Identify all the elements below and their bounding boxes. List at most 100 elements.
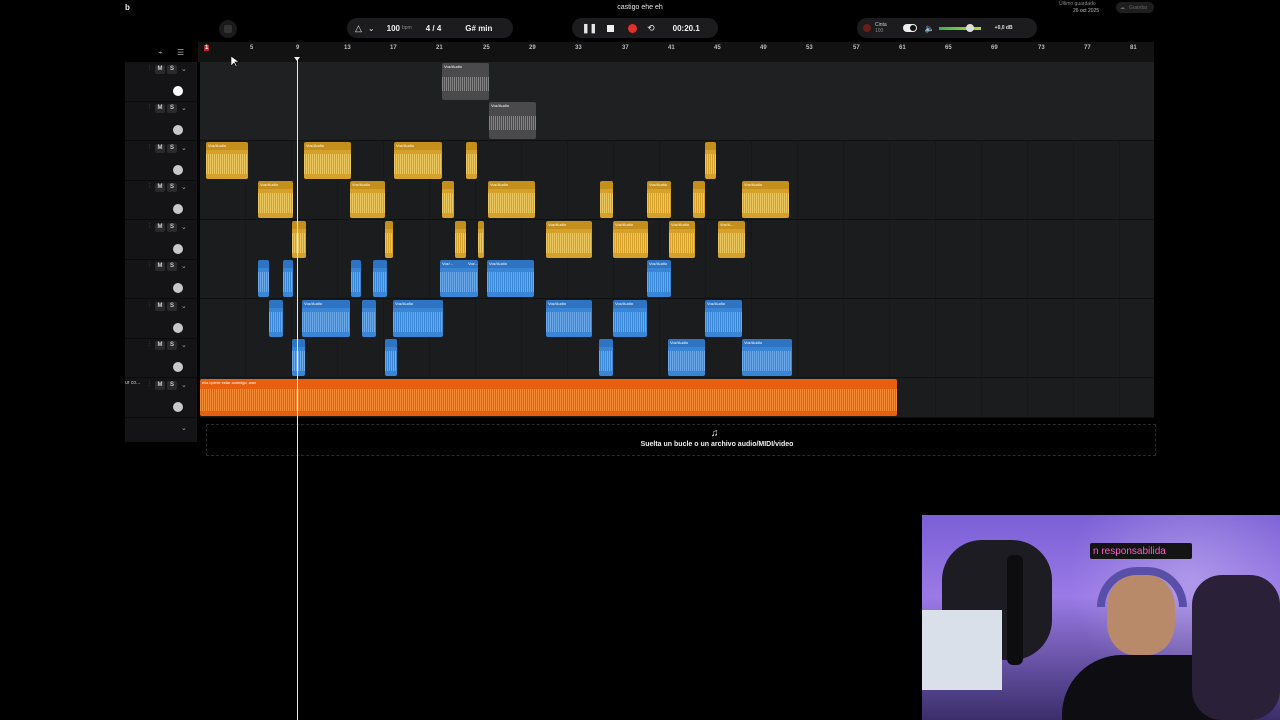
audio-clip[interactable] xyxy=(258,260,269,297)
audio-clip[interactable]: Voz... xyxy=(466,260,478,297)
chevron-down-icon[interactable]: ⌄ xyxy=(181,65,187,73)
playhead-handle[interactable] xyxy=(294,57,300,61)
audio-clip[interactable] xyxy=(283,260,293,297)
ruler-bar-45[interactable]: 45 xyxy=(714,45,721,51)
track-lane-8[interactable]: Voz/Audio Voz/Audio xyxy=(200,338,1154,378)
drag-handle-icon[interactable]: ⋮ xyxy=(147,223,152,229)
ruler-bar-33[interactable]: 33 xyxy=(575,45,582,51)
chevron-down-icon[interactable]: ⌄ xyxy=(181,183,187,191)
mute-button[interactable]: M xyxy=(155,183,165,192)
volume-knob[interactable] xyxy=(173,204,183,214)
audio-clip[interactable]: Voz/Audio xyxy=(489,102,536,139)
mute-button[interactable]: M xyxy=(155,262,165,271)
ruler-bar-81[interactable]: 81 xyxy=(1130,45,1137,51)
mute-button[interactable]: M xyxy=(155,302,165,311)
solo-button[interactable]: S xyxy=(167,144,177,153)
solo-button[interactable]: S xyxy=(167,223,177,232)
chevron-down-icon[interactable]: ⌄ xyxy=(181,341,187,349)
volume-knob[interactable] xyxy=(173,362,183,372)
solo-button[interactable]: S xyxy=(167,341,177,350)
audio-clip[interactable] xyxy=(362,300,376,337)
project-title[interactable]: castigo ehe eh xyxy=(580,4,700,11)
audio-clip[interactable]: Voz/... xyxy=(440,260,469,297)
solo-button[interactable]: S xyxy=(167,302,177,311)
track-lane-3[interactable]: Voz/Audio Voz/Audio Voz/Audio xyxy=(200,141,1154,181)
audio-clip[interactable]: Voz/Audio xyxy=(546,300,592,337)
audio-clip[interactable] xyxy=(466,142,477,179)
ruler-bar-29[interactable]: 29 xyxy=(529,45,536,51)
ruler-bar-61[interactable]: 61 xyxy=(899,45,906,51)
audio-clip[interactable] xyxy=(693,181,705,218)
record-arm-button[interactable] xyxy=(219,20,237,38)
audio-clip[interactable] xyxy=(478,221,484,258)
volume-knob[interactable] xyxy=(173,402,183,412)
audio-clip[interactable] xyxy=(599,339,613,376)
audio-clip[interactable]: Voz/Audio xyxy=(442,63,489,100)
mute-button[interactable]: M xyxy=(155,104,165,113)
audio-clip[interactable]: Voz/Audio xyxy=(669,221,695,258)
audio-clip[interactable]: Voz/Audio xyxy=(705,300,742,337)
ruler-bar-21[interactable]: 21 xyxy=(436,45,443,51)
ruler-bar-73[interactable]: 73 xyxy=(1038,45,1045,51)
audio-clip[interactable]: Voz/Audio xyxy=(394,142,442,179)
audio-clip[interactable]: Voz/Audio xyxy=(206,142,248,179)
bpm-value[interactable]: 100 xyxy=(387,24,400,33)
track-lane-5[interactable]: Voz/Audio Voz/Audio Voz/Audio Voz/A... xyxy=(200,220,1154,260)
metronome-icon[interactable]: △ xyxy=(355,23,362,34)
audio-clip[interactable] xyxy=(269,300,283,337)
solo-button[interactable]: S xyxy=(167,65,177,74)
drag-handle-icon[interactable]: ⋮ xyxy=(147,144,152,150)
audio-clip[interactable]: Voz/Audio xyxy=(546,221,592,258)
mute-button[interactable]: M xyxy=(155,144,165,153)
save-button[interactable]: ☁ Guardar xyxy=(1116,2,1154,13)
track-lane-7[interactable]: Voz/Audio Voz/Audio Voz/Audio Voz/Audio Voz/… xyxy=(200,299,1154,339)
audio-clip[interactable]: Voz/Audio xyxy=(668,339,705,376)
chevron-down-icon[interactable]: ⌄ xyxy=(181,302,187,310)
track-lane-1[interactable]: Voz/Audio xyxy=(200,62,1154,102)
chevron-down-icon[interactable]: ⌄ xyxy=(368,24,375,33)
audio-clip[interactable]: Voz/Audio xyxy=(647,260,671,297)
time-signature[interactable]: 4 / 4 xyxy=(426,24,442,33)
drag-handle-icon[interactable]: ⋮ xyxy=(147,381,152,387)
audio-clip[interactable]: Voz/Audio xyxy=(302,300,350,337)
audio-clip[interactable] xyxy=(385,221,393,258)
audio-clip[interactable]: ella quiere estar conmigo .wav xyxy=(200,379,897,416)
ruler-bar-9[interactable]: 9 xyxy=(296,45,299,51)
ruler-bar-77[interactable]: 77 xyxy=(1084,45,1091,51)
drop-zone[interactable]: ♫ Suelta un bucle o un archivo audio/MID… xyxy=(206,424,1156,456)
ruler-bar-57[interactable]: 57 xyxy=(853,45,860,51)
playhead[interactable] xyxy=(297,58,298,720)
track-lane-6[interactable]: Voz/... Voz... Voz/Audio Voz/Audio xyxy=(200,259,1154,299)
solo-button[interactable]: S xyxy=(167,262,177,271)
audio-clip[interactable] xyxy=(385,339,397,376)
drag-handle-icon[interactable]: ⋮ xyxy=(147,302,152,308)
track-header-6[interactable]: ⋮ M S ⌄ xyxy=(125,259,197,299)
mute-button[interactable]: M xyxy=(155,341,165,350)
volume-knob[interactable] xyxy=(173,165,183,175)
ruler-bar-69[interactable]: 69 xyxy=(991,45,998,51)
track-header-7[interactable]: ⋮ M S ⌄ xyxy=(125,299,197,339)
volume-knob[interactable] xyxy=(173,283,183,293)
chevron-down-icon[interactable]: ⌄ xyxy=(181,262,187,270)
audio-clip[interactable]: Voz/Audio xyxy=(647,181,671,218)
track-header-4[interactable]: ⋮ M S ⌄ xyxy=(125,180,197,220)
ruler-bar-41[interactable]: 41 xyxy=(668,45,675,51)
track-header-1[interactable]: ⋮ M S ⌄ xyxy=(125,62,197,102)
list-icon[interactable]: ☰ xyxy=(177,48,184,57)
solo-button[interactable]: S xyxy=(167,183,177,192)
wand-icon[interactable]: ⌁ xyxy=(158,48,163,57)
drag-handle-icon[interactable]: ⋮ xyxy=(147,183,152,189)
audio-clip[interactable]: Voz/Audio xyxy=(393,300,443,337)
audio-clip[interactable]: Voz/Audio xyxy=(304,142,351,179)
ruler-bar-1[interactable]: 1 xyxy=(204,45,210,51)
ruler-bar-13[interactable]: 13 xyxy=(344,45,351,51)
chevron-down-icon[interactable]: ⌄ xyxy=(181,381,187,389)
audio-clip[interactable]: Voz/Audio xyxy=(488,181,535,218)
audio-clip[interactable] xyxy=(292,339,305,376)
track-lane-9[interactable]: ella quiere estar conmigo .wav xyxy=(200,378,1154,418)
audio-clip[interactable]: Voz/Audio xyxy=(613,300,647,337)
drag-handle-icon[interactable]: ⋮ xyxy=(147,104,152,110)
audio-clip[interactable] xyxy=(292,221,306,258)
key-value[interactable]: G# min xyxy=(465,24,492,33)
volume-knob[interactable] xyxy=(173,323,183,333)
